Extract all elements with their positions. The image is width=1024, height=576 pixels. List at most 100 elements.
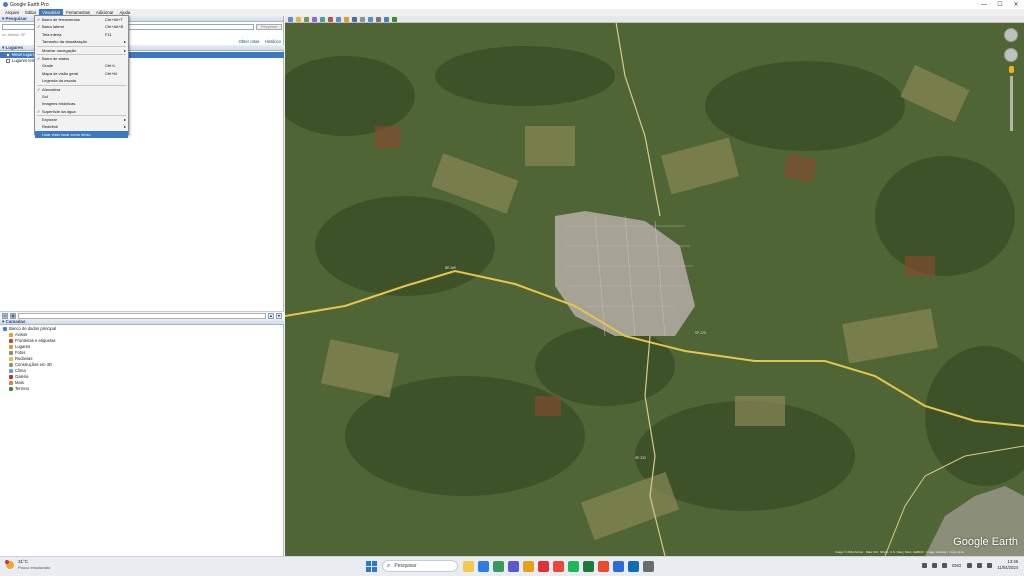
weather-widget[interactable]: 31°C Pouco ensolarado bbox=[5, 559, 50, 571]
globe-icon bbox=[3, 327, 7, 331]
menu-item-label: Mapa de visão geral bbox=[42, 70, 79, 76]
google-earth-icon bbox=[3, 2, 8, 7]
start-menu-icon[interactable] bbox=[366, 560, 377, 572]
email-icon[interactable] bbox=[368, 16, 373, 22]
street-view-pegman-icon[interactable] bbox=[1009, 66, 1014, 73]
cloud-icon[interactable] bbox=[932, 562, 938, 568]
view-menu-dropdown: ✓ Barra de ferramentas Ctrl+Alt+T ✓ Barra l… bbox=[34, 15, 129, 139]
compass-navigation-icon[interactable] bbox=[1004, 28, 1018, 42]
file-explorer-icon[interactable] bbox=[523, 560, 534, 572]
weather-text: 31°C Pouco ensolarado bbox=[18, 559, 50, 571]
history-link[interactable]: Histórico bbox=[265, 39, 281, 44]
menu-item-atmosphere[interactable]: ✓ Atmosfera bbox=[35, 86, 128, 93]
menu-item-use-local-view-as-start[interactable]: Usar vista local como início bbox=[35, 130, 128, 139]
road-label: BR-369 bbox=[445, 266, 456, 270]
menu-item-fullscreen[interactable]: Tela inteira F11 bbox=[35, 31, 128, 38]
tour-icon[interactable] bbox=[328, 16, 333, 22]
layers-panel-header[interactable]: ▾ Camadas bbox=[0, 319, 284, 325]
sun-icon[interactable] bbox=[344, 16, 349, 22]
menu-item-historical-imagery[interactable]: Imagens históricas bbox=[35, 100, 128, 107]
road-label: SP-225 bbox=[695, 331, 706, 335]
menu-item-label: Barra lateral bbox=[42, 24, 64, 30]
menu-item-label: Tela inteira bbox=[42, 31, 62, 37]
submenu-arrow-icon: ▸ bbox=[123, 39, 126, 45]
battery-icon[interactable] bbox=[987, 562, 993, 568]
save-image-icon[interactable] bbox=[384, 16, 389, 22]
teams-app-icon[interactable] bbox=[508, 560, 519, 572]
store-app-icon[interactable] bbox=[538, 560, 549, 572]
checkbox-icon[interactable] bbox=[6, 53, 10, 57]
get-directions-link[interactable]: Obter rotas bbox=[239, 39, 260, 44]
spotify-app-icon[interactable] bbox=[568, 560, 579, 572]
planets-icon[interactable] bbox=[352, 16, 357, 22]
menu-item-reset[interactable]: Redefinir ▸ bbox=[35, 123, 128, 130]
menu-item-label: Tamanho da visualização bbox=[42, 39, 87, 45]
menu-item-shortcut: Ctrl+Alt+B bbox=[105, 24, 124, 30]
clock[interactable]: 13:48 11/04/2024 bbox=[997, 559, 1018, 571]
check-icon: ✓ bbox=[37, 17, 41, 22]
places-icon bbox=[9, 345, 13, 349]
placemark-icon[interactable] bbox=[296, 16, 301, 22]
menu-item-water-surface[interactable]: ✓ Superfície da água bbox=[35, 108, 128, 115]
menu-item-label: Grade bbox=[42, 63, 54, 69]
outlook-app-icon[interactable] bbox=[628, 560, 639, 572]
menu-item-grid[interactable]: Grade Ctrl+L bbox=[35, 62, 128, 69]
maximize-button[interactable]: ☐ bbox=[992, 0, 1008, 9]
widgets-app-icon[interactable] bbox=[463, 560, 474, 572]
menu-item-scale-legend[interactable]: Legenda da escala bbox=[35, 77, 128, 84]
menu-item-explore[interactable]: Explorar ▸ bbox=[35, 116, 128, 123]
up-arrow-icon[interactable]: ▴ bbox=[268, 312, 274, 319]
layer-item[interactable]: Terreno bbox=[0, 386, 284, 392]
excel-app-icon[interactable] bbox=[583, 560, 594, 572]
print-icon[interactable] bbox=[376, 16, 381, 22]
menu-item-label: Explorar bbox=[42, 117, 57, 123]
taskbar-search[interactable]: ⌕ Pesquisar bbox=[382, 560, 458, 572]
task-view-icon[interactable] bbox=[478, 560, 489, 572]
chevron-up-icon[interactable] bbox=[922, 562, 928, 568]
google-maps-icon[interactable] bbox=[392, 16, 397, 22]
menu-item-shortcut: F11 bbox=[105, 31, 112, 37]
language-indicator[interactable]: ENG bbox=[952, 563, 961, 568]
menu-item-sidebar[interactable]: ✓ Barra lateral Ctrl+Alt+B bbox=[35, 23, 128, 30]
checkbox-icon[interactable] bbox=[6, 59, 10, 63]
terrain-icon bbox=[9, 387, 13, 391]
powerpoint-app-icon[interactable] bbox=[598, 560, 609, 572]
menu-item-overview-map[interactable]: Mapa de visão geral Ctrl+M bbox=[35, 70, 128, 77]
menu-item-label: Mostrar navegação bbox=[42, 47, 77, 53]
look-joystick-icon[interactable] bbox=[1004, 48, 1018, 62]
path-icon[interactable] bbox=[312, 16, 317, 22]
sidebar-toggle-icon[interactable] bbox=[288, 16, 293, 22]
building-icon bbox=[9, 363, 13, 367]
folder-icon[interactable]: ▦ bbox=[10, 312, 16, 319]
ruler-icon[interactable] bbox=[360, 16, 365, 22]
overlay-icon[interactable] bbox=[320, 16, 325, 22]
zoom-slider[interactable] bbox=[1010, 76, 1013, 131]
polygon-icon[interactable] bbox=[304, 16, 309, 22]
menu-arquivo[interactable]: Arquivo bbox=[2, 9, 22, 16]
minimize-button[interactable]: — bbox=[976, 0, 992, 9]
menu-item-view-size[interactable]: Tamanho da visualização ▸ bbox=[35, 38, 128, 45]
chrome-app-icon[interactable] bbox=[553, 560, 564, 572]
map-view[interactable]: BR-369 SP-225 SP-333 Image © 2024 Airbus… bbox=[285, 16, 1024, 556]
places-filter-input[interactable] bbox=[18, 312, 266, 319]
clock-date: 11/04/2024 bbox=[997, 565, 1018, 570]
google-earth-app-icon[interactable] bbox=[643, 560, 654, 572]
menu-item-show-navigation[interactable]: Mostrar navegação ▸ bbox=[35, 47, 128, 54]
copilot-app-icon[interactable] bbox=[493, 560, 504, 572]
google-earth-logo: Google Earth bbox=[953, 536, 1018, 548]
menu-item-status-bar[interactable]: ✓ Barra de status bbox=[35, 55, 128, 62]
wifi-icon[interactable] bbox=[967, 562, 973, 568]
layers-view-icon[interactable]: ▤ bbox=[2, 312, 8, 319]
onedrive-app-icon[interactable] bbox=[613, 560, 624, 572]
menu-item-label: Atmosfera bbox=[42, 86, 61, 92]
down-arrow-icon[interactable]: ▾ bbox=[276, 312, 282, 319]
volume-icon[interactable] bbox=[977, 562, 983, 568]
menu-item-toolbar[interactable]: ✓ Barra de ferramentas Ctrl+Alt+T bbox=[35, 16, 128, 23]
menu-item-sun[interactable]: Sol bbox=[35, 93, 128, 100]
close-button[interactable]: ✕ bbox=[1008, 0, 1024, 9]
taskbar-center: ⌕ Pesquisar bbox=[366, 560, 658, 572]
search-links: Obter rotas Histórico bbox=[235, 39, 281, 44]
history-imagery-icon[interactable] bbox=[336, 16, 341, 22]
sync-icon[interactable] bbox=[942, 562, 948, 568]
search-button[interactable]: Pesquisar bbox=[256, 24, 282, 30]
